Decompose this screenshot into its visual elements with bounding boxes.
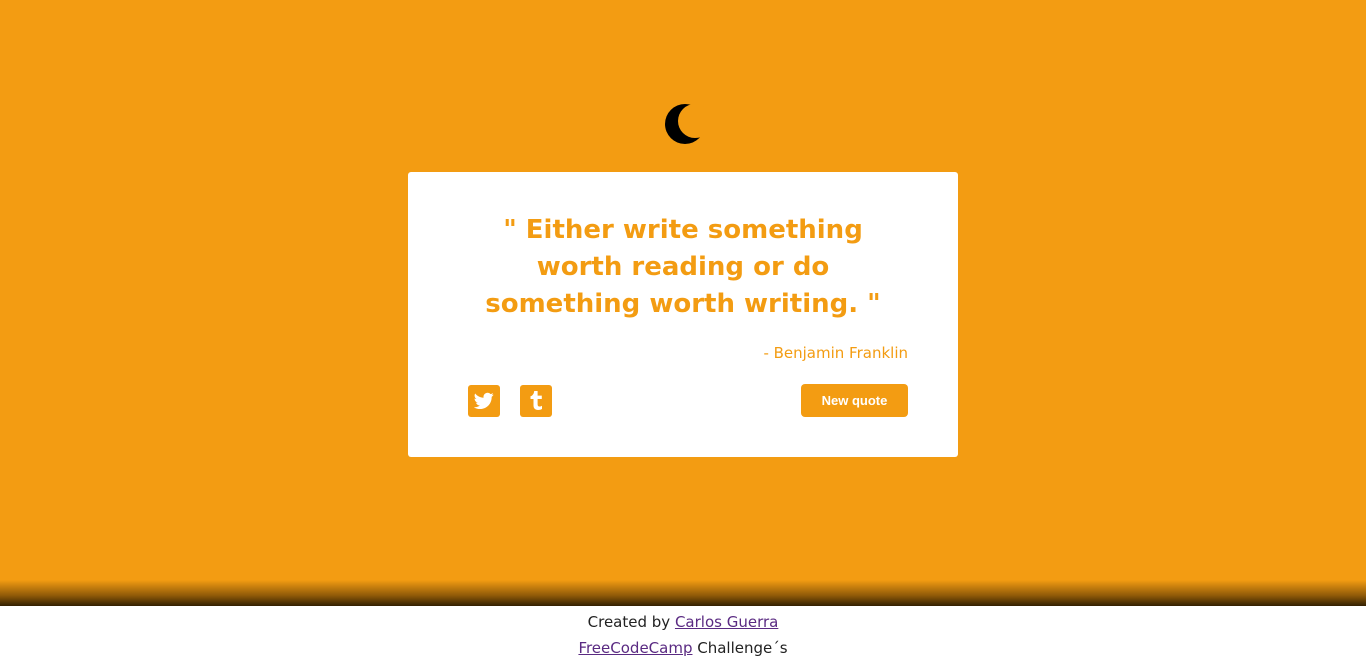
footer-credit: Created by Carlos Guerra bbox=[0, 613, 1366, 631]
tumblr-button[interactable] bbox=[520, 385, 552, 417]
moon-icon bbox=[665, 104, 712, 144]
quote-card: " Either write something worth reading o… bbox=[408, 172, 958, 457]
tweet-button[interactable] bbox=[468, 385, 500, 417]
main-background: " Either write something worth reading o… bbox=[0, 0, 1366, 606]
author-link[interactable]: Carlos Guerra bbox=[675, 613, 778, 631]
new-quote-button[interactable]: New quote bbox=[801, 384, 908, 417]
created-by-label: Created by bbox=[587, 613, 675, 631]
freecodecamp-link[interactable]: FreeCodeCamp bbox=[578, 639, 692, 657]
tumblr-icon bbox=[530, 391, 542, 410]
footer-shadow bbox=[0, 580, 1366, 606]
quote-author: - Benjamin Franklin bbox=[763, 344, 908, 362]
quote-text: " Either write something worth reading o… bbox=[485, 215, 881, 319]
challenges-label: Challenge´s bbox=[692, 639, 788, 657]
footer-challenge: FreeCodeCamp Challenge´s bbox=[0, 639, 1366, 657]
twitter-icon bbox=[474, 392, 494, 409]
footer: Created by Carlos Guerra FreeCodeCamp Ch… bbox=[0, 606, 1366, 665]
